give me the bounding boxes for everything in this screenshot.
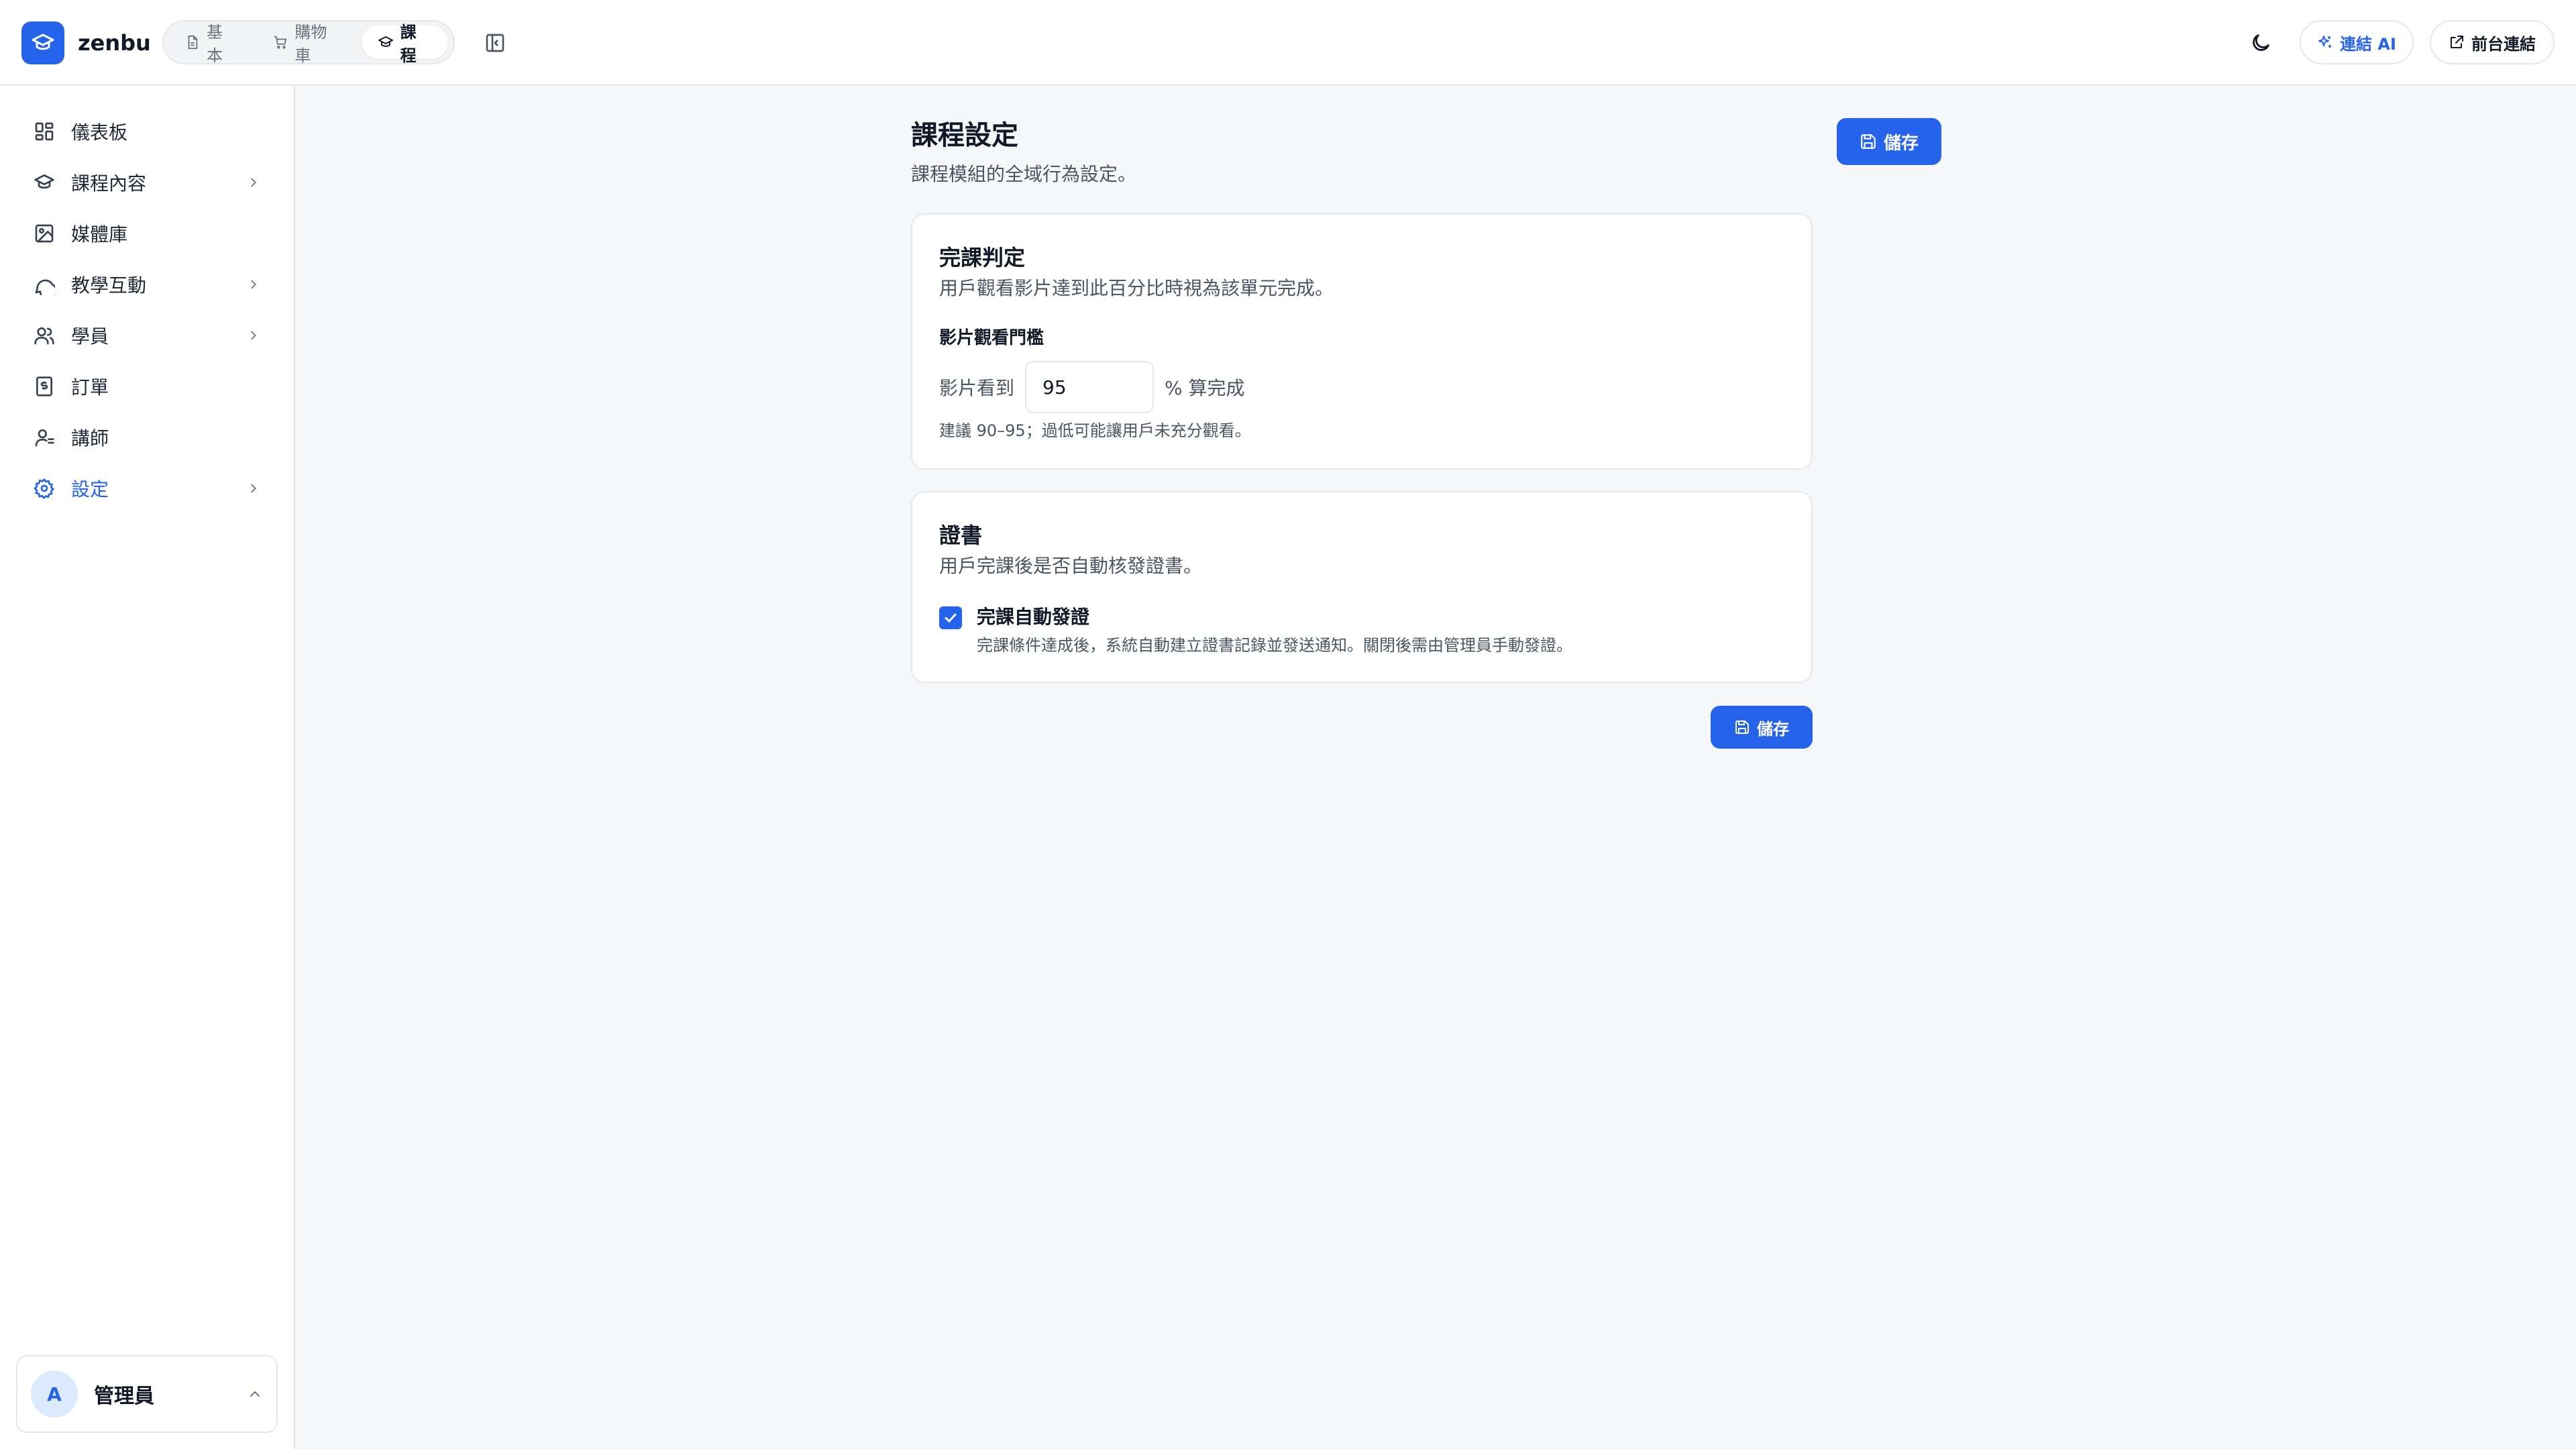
check-icon (943, 610, 959, 626)
graduation-cap-icon (31, 31, 55, 55)
threshold-prefix: 影片看到 (939, 377, 1015, 399)
chevron-right-icon (244, 275, 263, 294)
sidebar-item-label: 訂單 (71, 376, 109, 398)
mode-tab-basic[interactable]: 基本 (169, 23, 254, 65)
sidebar-item-label: 媒體庫 (71, 223, 128, 246)
sidebar: 儀表板 課程內容 媒體庫 教學互動 學員 訂單 講師 設定 A 管理員 (0, 86, 295, 1449)
sidebar-item-label: 儀表板 (71, 121, 128, 144)
logo[interactable] (21, 21, 64, 64)
sidebar-item-instructors[interactable]: 講師 (16, 416, 279, 459)
graduation-cap-icon (378, 34, 394, 50)
save-label: 儲存 (1883, 133, 1919, 154)
graduation-cap-icon (32, 170, 56, 195)
card-description: 用戶完課後是否自動核發證書。 (939, 555, 1203, 577)
threshold-field-label: 影片觀看門檻 (939, 328, 1044, 348)
connect-ai-label: 連結 AI (2340, 34, 2396, 54)
auto-certificate-description: 完課條件達成後，系統自動建立證書記錄並發送通知。關閉後需由管理員手動發證。 (977, 636, 1572, 655)
top-bar: zenbu 基本 購物車 課程 連結 AI 前台連結 (0, 0, 2576, 86)
image-icon (32, 221, 56, 246)
sidebar-item-label: 講師 (71, 427, 109, 449)
connect-ai-button[interactable]: 連結 AI (2300, 20, 2414, 64)
sidebar-item-media-library[interactable]: 媒體庫 (16, 212, 279, 255)
sidebar-item-orders[interactable]: 訂單 (16, 365, 279, 408)
auto-certificate-checkbox[interactable] (939, 606, 962, 629)
auto-certificate-label[interactable]: 完課自動發證 (977, 604, 1089, 631)
sidebar-item-label: 學員 (71, 325, 109, 347)
users-icon (32, 323, 56, 347)
avatar: A (31, 1371, 78, 1417)
mode-tab-cart[interactable]: 購物車 (257, 23, 358, 65)
card-title: 完課判定 (939, 245, 1026, 270)
save-icon (1734, 719, 1750, 735)
sidebar-item-teaching-interaction[interactable]: 教學互動 (16, 263, 279, 306)
panel-left-icon (484, 32, 506, 54)
certificate-settings-card: 證書 用戶完課後是否自動核發證書。 完課自動發證 完課條件達成後，系統自動建立證… (911, 491, 1813, 683)
frontend-link-label: 前台連結 (2471, 34, 2536, 54)
page-subtitle: 課程模組的全域行為設定。 (911, 163, 1137, 185)
moon-icon (2249, 32, 2272, 54)
save-button[interactable]: 儲存 (1837, 118, 1941, 165)
mode-switch: 基本 購物車 課程 (162, 20, 455, 65)
sidebar-item-course-content[interactable]: 課程內容 (16, 161, 279, 204)
mode-tab-label: 課程 (400, 23, 417, 65)
chevron-right-icon (244, 173, 263, 192)
instructor-icon (32, 425, 56, 449)
cart-icon (273, 35, 288, 50)
sidebar-item-label: 設定 (71, 478, 109, 500)
brand-name: zenbu (78, 30, 151, 56)
sidebar-item-settings[interactable]: 設定 (16, 467, 279, 510)
mode-tab-label: 基本 (207, 23, 223, 65)
threshold-row: 影片看到 % 算完成 (939, 361, 1245, 413)
gear-icon (32, 476, 56, 500)
sidebar-item-dashboard[interactable]: 儀表板 (16, 110, 279, 153)
save-icon (1860, 133, 1877, 150)
dashboard-icon (32, 119, 56, 144)
sidebar-item-students[interactable]: 學員 (16, 314, 279, 357)
save-button-bottom[interactable]: 儲存 (1711, 706, 1813, 749)
completion-settings-card: 完課判定 用戶觀看影片達到此百分比時視為該單元完成。 影片觀看門檻 影片看到 %… (911, 213, 1813, 470)
chat-icon (32, 272, 56, 297)
threshold-hint: 建議 90–95；過低可能讓用戶未充分觀看。 (939, 421, 1251, 440)
external-link-icon (2449, 34, 2465, 50)
sidebar-item-label: 教學互動 (71, 274, 147, 297)
frontend-link-button[interactable]: 前台連結 (2430, 20, 2555, 64)
sidebar-toggle-button[interactable] (480, 28, 510, 58)
chevron-right-icon (244, 326, 263, 345)
user-menu[interactable]: A 管理員 (16, 1355, 278, 1433)
page-title: 課程設定 (911, 120, 1018, 151)
card-title: 證書 (939, 523, 983, 548)
card-description: 用戶觀看影片達到此百分比時視為該單元完成。 (939, 277, 1334, 299)
threshold-suffix: % 算完成 (1165, 377, 1245, 399)
save-label: 儲存 (1757, 719, 1789, 739)
chevron-right-icon (244, 479, 263, 498)
threshold-input[interactable] (1025, 361, 1155, 413)
chevron-up-icon (247, 1386, 263, 1402)
theme-toggle-button[interactable] (2245, 27, 2277, 59)
mode-tab-course[interactable]: 課程 (361, 23, 449, 65)
file-icon (185, 35, 200, 50)
mode-tab-label: 購物車 (294, 23, 327, 65)
receipt-icon (32, 374, 56, 398)
user-name: 管理員 (94, 1385, 154, 1408)
sparkles-icon (2317, 34, 2333, 50)
sidebar-item-label: 課程內容 (71, 172, 147, 195)
